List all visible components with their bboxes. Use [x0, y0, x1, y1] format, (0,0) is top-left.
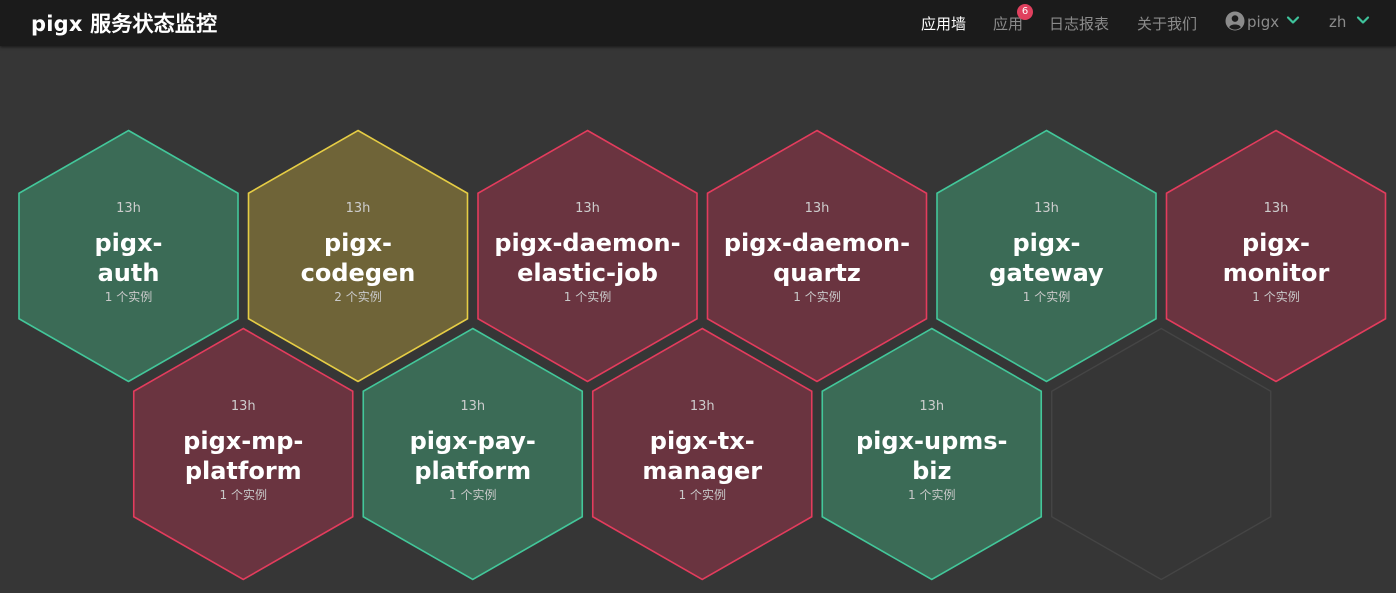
language-menu[interactable]: zh [1329, 13, 1346, 31]
application-hexagon[interactable]: 13h pigx-auth 1 个实例 [18, 129, 239, 383]
application-instance-count: 1 个实例 [564, 289, 611, 304]
application-hexagon[interactable]: 13h pigx-daemon-elastic-job 1 个实例 [477, 129, 698, 383]
application-hexagon[interactable]: 13h pigx-monitor 1 个实例 [1165, 129, 1387, 383]
nav-about[interactable]: 关于我们 [1137, 13, 1197, 34]
application-name: codegen [301, 259, 416, 287]
user-menu[interactable]: pigx [1247, 13, 1279, 31]
application-hexagon[interactable]: 13h pigx-pay-platform 1 个实例 [362, 327, 584, 581]
application-name: monitor [1223, 259, 1330, 287]
application-name: platform [414, 457, 531, 485]
application-hexagon[interactable]: 13h pigx-codegen 2 个实例 [247, 129, 469, 383]
application-instance-count: 1 个实例 [220, 487, 267, 502]
application-uptime: 13h [575, 201, 600, 216]
application-name: pigx- [1012, 229, 1080, 257]
application-name: biz [912, 457, 951, 485]
application-instance-count: 1 个实例 [449, 487, 496, 502]
application-instance-count: 1 个实例 [679, 487, 726, 502]
application-name: pigx- [1242, 229, 1310, 257]
application-name: pigx-daemon- [724, 229, 910, 257]
application-instance-count: 1 个实例 [908, 487, 955, 502]
application-uptime: 13h [1034, 201, 1059, 216]
application-hexagon[interactable]: 13h pigx-daemon-quartz 1 个实例 [706, 129, 928, 383]
application-instance-count: 1 个实例 [1252, 289, 1299, 304]
application-name: platform [185, 457, 302, 485]
user-avatar-icon[interactable] [1225, 11, 1245, 31]
application-name: elastic-job [517, 259, 658, 287]
application-instance-count: 1 个实例 [1023, 289, 1070, 304]
application-instance-count: 1 个实例 [793, 289, 840, 304]
chevron-down-icon[interactable] [1286, 15, 1300, 25]
application-name: pigx-upms- [856, 427, 1008, 455]
nav-journal[interactable]: 日志报表 [1049, 13, 1109, 34]
application-uptime: 13h [116, 201, 141, 216]
application-name: pigx-pay- [410, 427, 536, 455]
application-wall: 13hpigx-auth1 个实例13hpigx-codegen2 个实例13h… [18, 129, 1387, 581]
top-navbar: pigx 服务状态监控 应用墙 应用 6 日志报表 关于我们 pigx zh [0, 0, 1396, 46]
application-uptime: 13h [460, 399, 485, 414]
application-uptime: 13h [690, 399, 715, 414]
application-uptime: 13h [1264, 201, 1289, 216]
application-instance-count: 2 个实例 [334, 289, 381, 304]
applications-count-badge: 6 [1017, 4, 1033, 20]
application-name: quartz [773, 259, 861, 287]
application-name: manager [642, 457, 762, 485]
application-hexagon[interactable]: 13h pigx-gateway 1 个实例 [936, 129, 1157, 383]
application-uptime: 13h [231, 399, 256, 414]
application-name: pigx-mp- [183, 427, 303, 455]
application-name: gateway [989, 259, 1104, 287]
application-instance-count: 1 个实例 [105, 289, 152, 304]
application-hexagon[interactable]: 13h pigx-tx-manager 1 个实例 [591, 327, 813, 581]
chevron-down-icon[interactable] [1356, 15, 1370, 25]
application-uptime: 13h [346, 201, 371, 216]
brand-title[interactable]: pigx 服务状态监控 [31, 8, 217, 38]
application-hexagon[interactable]: 13h pigx-mp-platform 1 个实例 [132, 327, 354, 581]
application-name: auth [98, 259, 160, 287]
application-name: pigx- [324, 229, 392, 257]
application-name: pigx- [94, 229, 162, 257]
empty-hexagon-placeholder [1051, 327, 1272, 581]
application-name: pigx-tx- [650, 427, 755, 455]
application-uptime: 13h [805, 201, 830, 216]
application-name: pigx-daemon- [494, 229, 680, 257]
application-hexagon[interactable]: 13h pigx-upms-biz 1 个实例 [821, 327, 1043, 581]
application-uptime: 13h [919, 399, 944, 414]
nav-wall[interactable]: 应用墙 [921, 13, 966, 34]
